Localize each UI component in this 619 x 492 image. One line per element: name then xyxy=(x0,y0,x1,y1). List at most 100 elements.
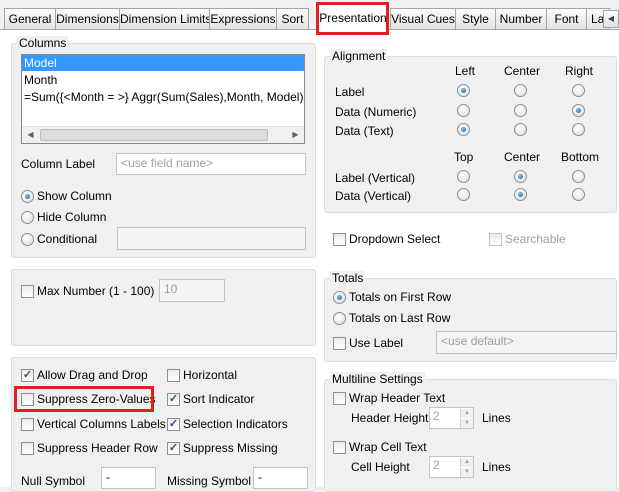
missing-symbol-label: Missing Symbol xyxy=(167,474,252,488)
tab-visual-cues[interactable]: Visual Cues xyxy=(390,8,456,29)
presentation-tab-highlight xyxy=(316,2,389,35)
null-symbol-label: Null Symbol xyxy=(21,474,86,488)
suppress-header-checkbox[interactable] xyxy=(21,442,34,455)
suppress-missing-label: Suppress Missing xyxy=(183,441,278,455)
tab-dimensions[interactable]: Dimensions xyxy=(55,8,120,29)
wrap-header-checkbox[interactable] xyxy=(333,392,346,405)
header-height-label: Header Height xyxy=(351,411,429,425)
tab-font[interactable]: Font xyxy=(546,8,587,29)
align-row-data-text: Data (Text) xyxy=(335,124,394,138)
scroll-right-icon[interactable]: ▶ xyxy=(287,127,304,143)
cell-height-label: Cell Height xyxy=(351,460,410,474)
totals-last-row-label: Totals on Last Row xyxy=(349,311,451,325)
numeric-left-radio[interactable] xyxy=(457,104,470,117)
spin-up-icon[interactable]: ▲ xyxy=(460,458,473,467)
label-bottom-radio[interactable] xyxy=(572,170,585,183)
column-label-input[interactable]: <use field name> xyxy=(116,153,306,175)
conditional-label: Conditional xyxy=(37,232,98,246)
align-header-bottom: Bottom xyxy=(561,150,600,164)
wrap-header-label: Wrap Header Text xyxy=(349,391,446,405)
align-header-right: Right xyxy=(565,64,594,78)
dropdown-select-label: Dropdown Select xyxy=(349,232,441,246)
label-top-radio[interactable] xyxy=(457,170,470,183)
sort-indicator-checkbox[interactable]: ✓ xyxy=(167,393,180,406)
tab-general[interactable]: General xyxy=(4,8,56,29)
sort-indicator-label: Sort Indicator xyxy=(183,392,255,406)
use-label-checkbox[interactable] xyxy=(333,337,346,350)
align-header-top: Top xyxy=(454,150,474,164)
use-label-label: Use Label xyxy=(349,336,404,350)
data-bottom-radio[interactable] xyxy=(572,188,585,201)
label-right-radio[interactable] xyxy=(572,84,585,97)
totals-first-row-radio[interactable] xyxy=(333,291,346,304)
suppress-missing-checkbox[interactable]: ✓ xyxy=(167,442,180,455)
columns-title: Columns xyxy=(17,36,69,50)
selection-indicators-label: Selection Indicators xyxy=(183,417,288,431)
hide-column-radio[interactable] xyxy=(21,211,34,224)
cell-height-stepper[interactable]: 2 ▲ ▼ xyxy=(429,456,474,478)
align-row-label-vertical: Label (Vertical) xyxy=(335,171,416,185)
max-number-input[interactable]: 10 xyxy=(159,279,225,302)
wrap-cell-checkbox[interactable] xyxy=(333,441,346,454)
data-vcenter-radio[interactable] xyxy=(514,188,527,201)
numeric-center-radio[interactable] xyxy=(514,104,527,117)
alignment-title: Alignment xyxy=(330,49,388,63)
scroll-thumb[interactable] xyxy=(40,129,268,141)
cell-lines-label: Lines xyxy=(482,460,511,474)
show-column-label: Show Column xyxy=(37,189,112,203)
spin-down-icon[interactable]: ▼ xyxy=(460,468,473,477)
data-top-radio[interactable] xyxy=(457,188,470,201)
tab-expressions[interactable]: Expressions xyxy=(209,8,277,29)
tab-sort[interactable]: Sort xyxy=(276,8,309,29)
text-left-radio[interactable] xyxy=(457,123,470,136)
vertical-labels-checkbox[interactable] xyxy=(21,418,34,431)
null-symbol-input[interactable]: - xyxy=(101,467,156,489)
conditional-radio[interactable] xyxy=(21,233,34,246)
missing-symbol-input[interactable]: - xyxy=(253,467,308,489)
list-item[interactable]: =Sum({<Month = >} Aggr(Sum(Sales),Month,… xyxy=(22,89,304,105)
totals-first-row-label: Totals on First Row xyxy=(349,290,452,304)
list-item[interactable]: Month xyxy=(22,72,304,88)
text-center-radio[interactable] xyxy=(514,123,527,136)
align-row-data-vertical: Data (Vertical) xyxy=(335,189,412,203)
align-header-vcenter: Center xyxy=(504,150,541,164)
tab-number[interactable]: Number xyxy=(495,8,547,29)
text-right-radio[interactable] xyxy=(572,123,585,136)
column-label-text: Column Label xyxy=(21,157,96,171)
tab-dimension-limits[interactable]: Dimension Limits xyxy=(119,8,210,29)
align-row-label: Label xyxy=(335,85,365,99)
dropdown-select-checkbox[interactable] xyxy=(333,233,346,246)
horizontal-label: Horizontal xyxy=(183,368,238,382)
wrap-cell-label: Wrap Cell Text xyxy=(349,440,427,454)
columns-list[interactable]: Model Month =Sum({<Month = >} Aggr(Sum(S… xyxy=(21,54,305,144)
scroll-left-icon[interactable]: ◀ xyxy=(22,127,39,143)
suppress-header-label: Suppress Header Row xyxy=(37,441,158,455)
list-horizontal-scrollbar[interactable]: ◀ ▶ xyxy=(22,126,304,143)
spin-up-icon[interactable]: ▲ xyxy=(460,409,473,418)
list-item[interactable]: Model xyxy=(22,55,304,71)
conditional-input[interactable] xyxy=(117,227,306,250)
label-left-radio[interactable] xyxy=(457,84,470,97)
allow-drag-checkbox[interactable]: ✓ xyxy=(21,369,34,382)
totals-title: Totals xyxy=(330,271,366,285)
totals-last-row-radio[interactable] xyxy=(333,312,346,325)
tab-style[interactable]: Style xyxy=(455,8,496,29)
spin-down-icon[interactable]: ▼ xyxy=(460,419,473,428)
searchable-checkbox[interactable] xyxy=(489,233,502,246)
selection-indicators-checkbox[interactable]: ✓ xyxy=(167,418,180,431)
align-row-data-numeric: Data (Numeric) xyxy=(335,105,417,119)
align-header-left: Left xyxy=(455,64,476,78)
horizontal-checkbox[interactable] xyxy=(167,369,180,382)
max-number-checkbox[interactable] xyxy=(21,285,34,298)
max-number-label: Max Number (1 - 100) xyxy=(37,284,155,298)
header-height-stepper[interactable]: 2 ▲ ▼ xyxy=(429,407,474,429)
tab-scroll-left-icon[interactable]: ◀ xyxy=(603,10,619,28)
numeric-right-radio[interactable] xyxy=(572,104,585,117)
label-vcenter-radio[interactable] xyxy=(514,170,527,183)
label-center-radio[interactable] xyxy=(514,84,527,97)
vertical-labels-label: Vertical Columns Labels xyxy=(37,417,166,431)
totals-label-input[interactable]: <use default> xyxy=(436,331,617,354)
suppress-zero-highlight xyxy=(14,386,154,412)
show-column-radio[interactable] xyxy=(21,190,34,203)
header-lines-label: Lines xyxy=(482,411,511,425)
